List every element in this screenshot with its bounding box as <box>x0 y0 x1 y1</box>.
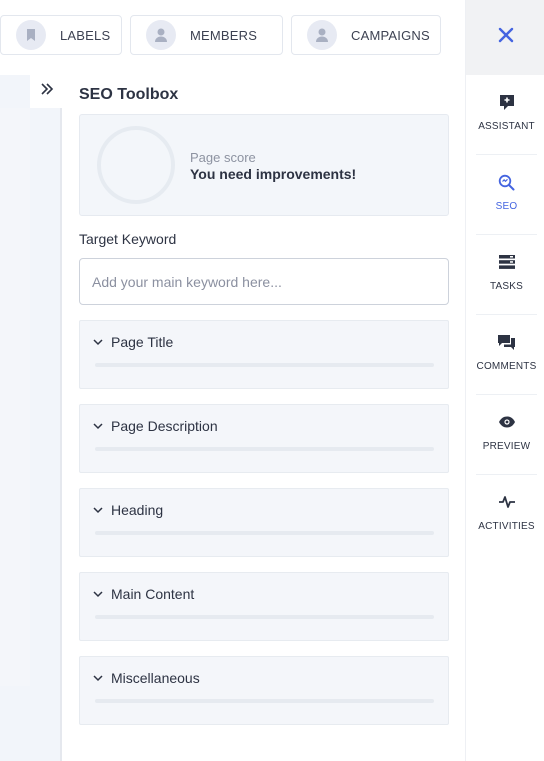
score-message: You need improvements! <box>190 166 357 182</box>
comments-icon <box>498 333 515 351</box>
section-title: Miscellaneous <box>111 670 200 686</box>
search-icon <box>498 173 515 191</box>
rail-item-label: ACTIVITIES <box>478 521 535 532</box>
seo-toolbox-panel: SEO Toolbox Page score You need improvem… <box>64 75 465 761</box>
rail-item-label: COMMENTS <box>476 361 537 372</box>
campaigns-button[interactable]: CAMPAIGNS <box>291 15 441 55</box>
chevron-down-icon <box>91 587 105 601</box>
labels-button-label: LABELS <box>60 27 111 43</box>
close-button[interactable] <box>466 0 544 75</box>
page-score-card: Page score You need improvements! <box>79 114 449 216</box>
section-heading[interactable]: Heading <box>79 488 449 557</box>
section-title: Page Title <box>111 334 174 350</box>
section-page-description[interactable]: Page Description <box>79 404 449 473</box>
left-gutter-strip <box>0 108 30 686</box>
rail-item-comments[interactable]: COMMENTS <box>476 315 537 395</box>
expand-panel-button[interactable] <box>30 75 63 108</box>
rail-item-activities[interactable]: ACTIVITIES <box>476 475 537 555</box>
right-rail: ASSISTANT SEO TASKS COMMENTS PREVIEW ACT… <box>465 0 544 761</box>
chevron-down-icon <box>91 419 105 433</box>
section-progress <box>95 531 434 535</box>
double-chevron-right-icon <box>40 82 54 101</box>
section-title: Page Description <box>111 418 218 434</box>
section-page-title[interactable]: Page Title <box>79 320 449 389</box>
section-miscellaneous[interactable]: Miscellaneous <box>79 656 449 725</box>
panel-title: SEO Toolbox <box>79 86 179 103</box>
rail-item-label: TASKS <box>489 281 524 292</box>
close-icon <box>498 27 514 48</box>
chevron-down-icon <box>91 503 105 517</box>
chevron-down-icon <box>91 335 105 349</box>
user-icon <box>307 20 337 50</box>
chevron-down-icon <box>91 671 105 685</box>
score-ring <box>97 126 175 204</box>
rail-item-tasks[interactable]: TASKS <box>476 235 537 315</box>
top-toolbar: LABELS MEMBERS CAMPAIGNS <box>0 0 465 75</box>
members-button[interactable]: MEMBERS <box>130 15 283 55</box>
section-progress <box>95 447 434 451</box>
target-keyword-input[interactable] <box>79 258 449 305</box>
rail-item-preview[interactable]: PREVIEW <box>476 395 537 475</box>
bookmark-icon <box>16 20 46 50</box>
rail-item-label: PREVIEW <box>482 441 531 452</box>
user-icon <box>146 20 176 50</box>
rail-item-seo[interactable]: SEO <box>476 155 537 235</box>
campaigns-button-label: CAMPAIGNS <box>351 27 430 43</box>
eye-icon <box>498 413 516 431</box>
section-title: Heading <box>111 502 164 518</box>
section-title: Main Content <box>111 586 195 602</box>
activity-icon <box>498 493 516 511</box>
members-button-label: MEMBERS <box>190 27 258 43</box>
section-progress <box>95 699 434 703</box>
section-main-content[interactable]: Main Content <box>79 572 449 641</box>
score-label: Page score <box>190 150 256 165</box>
labels-button[interactable]: LABELS <box>0 15 122 55</box>
rail-item-label: ASSISTANT <box>478 121 535 132</box>
assistant-icon <box>499 93 515 111</box>
tasks-icon <box>498 253 515 271</box>
rail-item-label: SEO <box>495 201 518 212</box>
section-progress <box>95 363 434 367</box>
rail-item-assistant[interactable]: ASSISTANT <box>476 75 537 155</box>
section-progress <box>95 615 434 619</box>
target-keyword-label: Target Keyword <box>79 231 177 247</box>
